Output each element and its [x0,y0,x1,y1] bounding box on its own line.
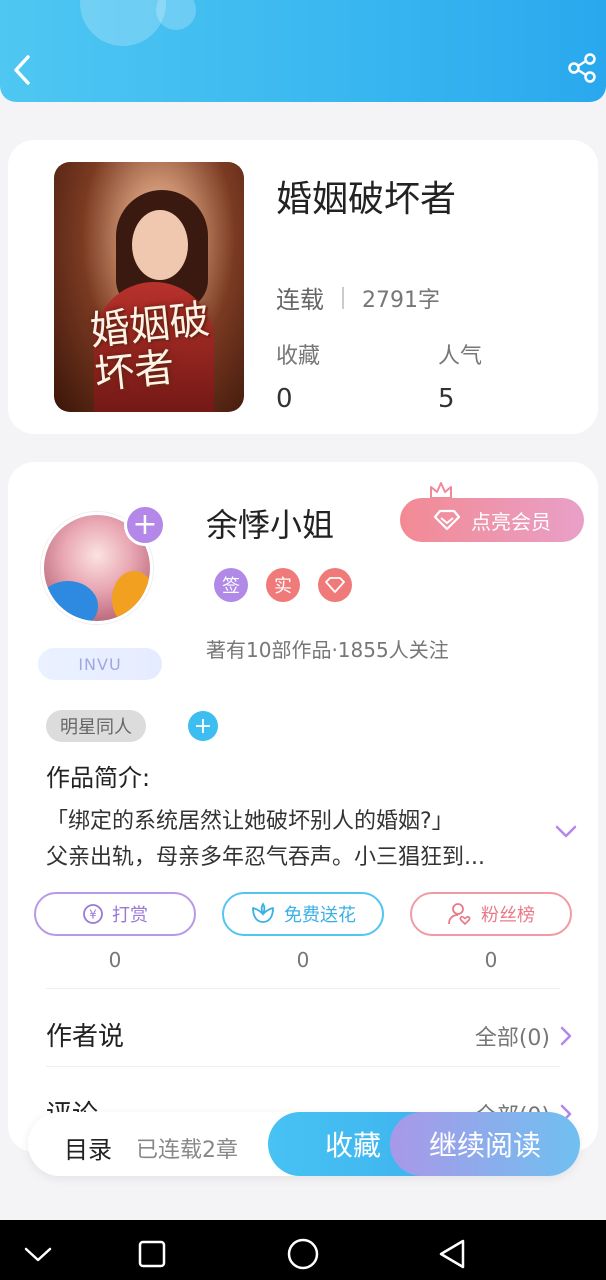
flower-label: 免费送花 [284,905,356,926]
intro-text[interactable]: 「绑定的系统居然让她破坏别人的婚姻?」 父亲出轨，母亲多年忍气吞声。小三猖狂到.… [46,804,526,876]
popularity-label: 人气 [438,344,483,369]
chevron-down-icon [24,1247,52,1262]
signed-badge: 签 [214,568,248,602]
divider [342,286,344,309]
chevron-left-icon [14,55,30,85]
diamond-icon [325,577,345,593]
author-stats: 著有10部作品·1855人关注 [206,638,449,662]
user-heart-icon [448,903,471,926]
avatar-frame-decor [44,581,98,621]
send-flower-button[interactable]: 免费送花 [222,892,384,936]
tip-button[interactable]: ¥ 打赏 [34,892,196,936]
popularity-stat: 人气 5 [438,338,482,414]
tip-count: 0 [108,948,122,972]
decor-bubble [156,0,196,30]
add-tag-button[interactable]: + [188,711,218,741]
circle-icon [287,1238,319,1270]
nav-home-button[interactable] [281,1232,325,1276]
plus-icon: + [193,713,213,739]
serial-status: 连载 [276,286,324,314]
system-nav-bar [0,1220,606,1280]
author-card: + INVU 余悸小姐 点亮会员 签 实 著有10部作品·1855人关注 明星同… [8,462,598,1152]
plus-icon: + [132,507,158,542]
favorites-value: 0 [276,384,293,414]
square-icon [138,1240,166,1268]
back-button[interactable] [4,50,40,90]
verified-badge: 实 [266,568,300,602]
intro-title: 作品简介: [46,764,151,792]
book-info-card: 婚姻破坏者 婚姻破坏者 连载 2791字 收藏 0 人气 5 [8,140,598,434]
author-says-all-link[interactable]: 全部(0) [475,1020,572,1052]
flower-icon [252,902,274,923]
favorites-stat: 收藏 0 [276,338,320,414]
nav-hide-button[interactable] [16,1232,60,1276]
fans-label: 粉丝榜 [481,905,535,926]
avatar-frame-decor [112,571,150,621]
fans-ranking-button[interactable]: 粉丝榜 [410,892,572,936]
continue-reading-button[interactable]: 继续阅读 [390,1112,580,1176]
cover-title-text: 婚姻破坏者 [87,296,212,399]
toc-button[interactable]: 目录 [64,1130,112,1165]
tag-item[interactable]: 明星同人 [46,710,146,742]
book-status-row: 连载 2791字 [276,280,440,315]
vip-button[interactable]: 点亮会员 [400,498,584,542]
invu-badge: INVU [38,648,162,680]
decor-bubble [80,0,166,46]
book-title: 婚姻破坏者 [276,179,457,220]
chevron-right-icon [560,1026,572,1046]
follow-plus-button[interactable]: + [124,504,166,546]
vip-label: 点亮会员 [471,509,551,534]
svg-text:¥: ¥ [89,908,97,922]
word-count: 2791字 [362,287,440,313]
divider [46,988,560,989]
nav-back-button[interactable] [430,1232,474,1276]
diamond-badge [318,568,352,602]
author-name[interactable]: 余悸小姐 [206,500,334,546]
flower-count: 0 [296,948,310,972]
bottom-action-bar: 目录 已连载2章 收藏 继续阅读 [28,1112,580,1176]
fans-count: 0 [484,948,498,972]
yuan-coin-icon: ¥ [83,904,103,924]
chevron-down-icon[interactable] [554,824,578,840]
favorites-label: 收藏 [276,344,321,369]
divider [46,1066,560,1067]
chapter-count: 已连载2章 [136,1138,238,1163]
intro-line: 父亲出轨，母亲多年忍气吞声。小三猖狂到... [46,845,485,870]
popularity-value: 5 [438,384,455,414]
author-badges: 签 实 [214,568,352,602]
header-bar [0,0,606,102]
diamond-icon [433,509,461,531]
tip-label: 打赏 [112,905,148,926]
cover-figure [132,210,188,280]
intro-line: 「绑定的系统居然让她破坏别人的婚姻?」 [46,809,454,834]
nav-recents-button[interactable] [130,1232,174,1276]
author-says-all-label: 全部(0) [474,1026,550,1051]
triangle-back-icon [439,1239,465,1269]
book-cover-image[interactable]: 婚姻破坏者 [54,162,244,412]
share-icon [568,53,596,83]
author-says-title: 作者说 [46,1022,125,1052]
share-button[interactable] [562,48,602,88]
